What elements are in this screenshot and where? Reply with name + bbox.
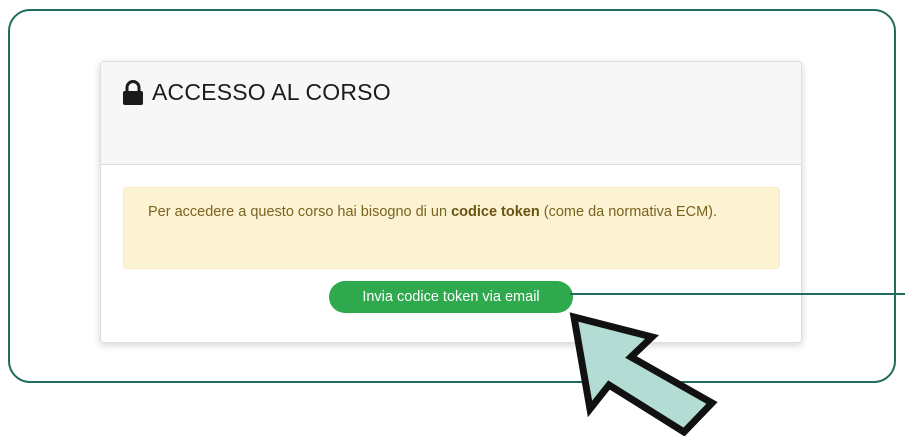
- cursor-arrow-icon: [569, 312, 718, 436]
- token-info-alert: Per accedere a questo corso hai bisogno …: [123, 187, 780, 269]
- alert-text-end: (come da normativa ECM).: [539, 204, 718, 220]
- send-token-email-button[interactable]: Invia codice token via email: [329, 281, 573, 313]
- callout-line: [570, 293, 905, 295]
- lock-icon: [123, 80, 143, 105]
- course-access-card: ACCESSO AL CORSO Per accedere a questo c…: [100, 61, 802, 343]
- card-title: ACCESSO AL CORSO: [152, 79, 391, 105]
- card-header: ACCESSO AL CORSO: [101, 62, 801, 165]
- alert-text-start: Per accedere a questo corso hai bisogno …: [148, 204, 452, 220]
- alert-text-bold: codice token: [451, 204, 540, 220]
